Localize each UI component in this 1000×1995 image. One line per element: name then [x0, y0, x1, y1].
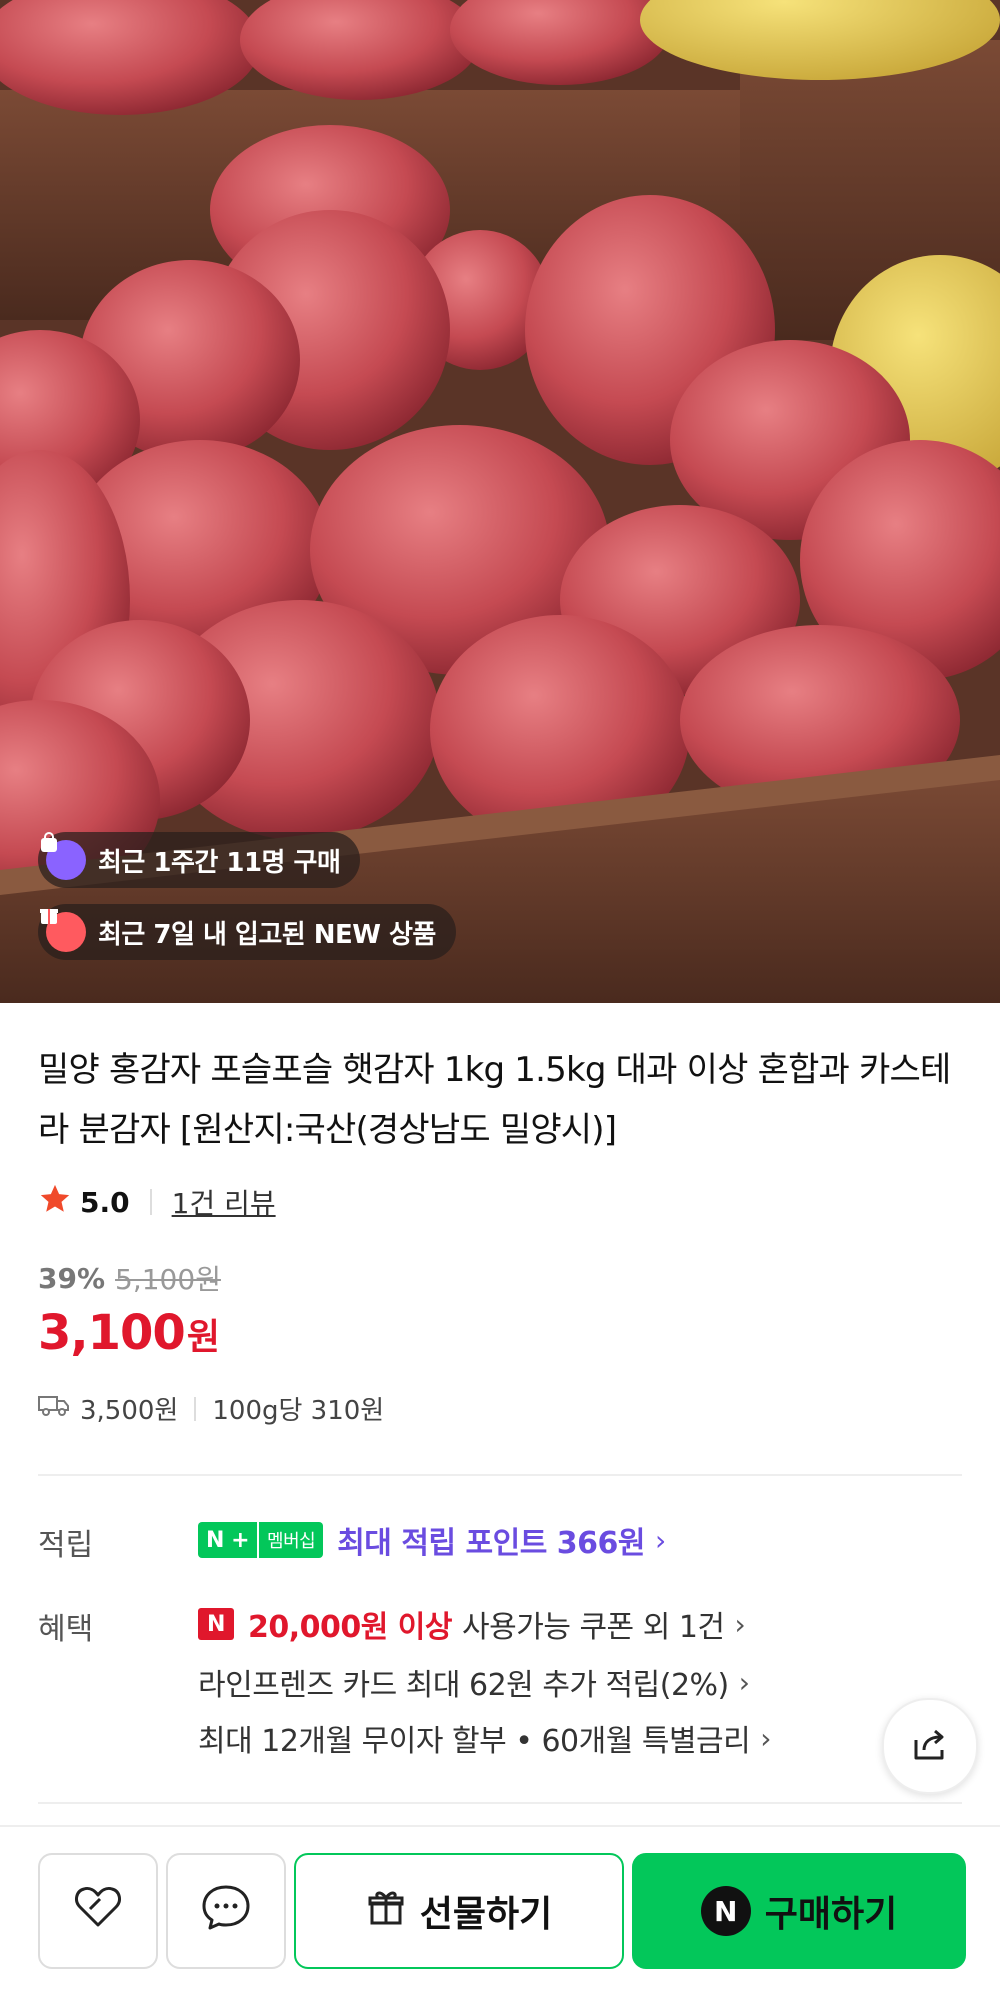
chat-inquiry-button[interactable]	[166, 1853, 286, 1969]
bottom-action-bar: 선물하기 N 구매하기	[0, 1825, 1000, 1995]
heart-icon	[70, 1879, 126, 1944]
recent-purchases-text: 최근 1주간 11명 구매	[98, 847, 341, 878]
buy-button-label: 구매하기	[764, 1894, 898, 1935]
membership-badge-text: 멤버십	[257, 1522, 324, 1558]
chat-bubble-icon	[198, 1879, 254, 1944]
coupon-text: 사용가능 쿠폰 외 1건	[462, 1610, 725, 1645]
gift-button[interactable]: 선물하기	[294, 1853, 624, 1969]
card-benefit-text: 라인프렌즈 카드 최대 62원 추가 적립(2%)	[198, 1668, 729, 1703]
buy-button[interactable]: N 구매하기	[632, 1853, 966, 1969]
coupon-min-amount: 20,000원 이상	[248, 1610, 453, 1645]
product-title: 밀양 홍감자 포슬포슬 햇감자 1kg 1.5kg 대과 이상 혼합과 카스테라…	[38, 1050, 951, 1150]
review-count-link[interactable]: 1건 리뷰	[172, 1182, 276, 1222]
max-points-text: 최대 적립 포인트 366원	[337, 1526, 645, 1561]
naver-plus-badge-text: N +	[198, 1522, 258, 1558]
star-icon	[38, 1182, 72, 1223]
new-arrival-text: 최근 7일 내 입고된 NEW 상품	[98, 919, 436, 950]
shopping-bag-icon	[41, 832, 86, 880]
rating-divider	[149, 1189, 152, 1215]
rating-score: 5.0	[80, 1185, 130, 1219]
section-divider	[38, 1802, 962, 1804]
installment-row[interactable]: 최대 12개월 무이자 할부 • 60개월 특별금리 ›	[198, 1716, 771, 1760]
points-label: 적립	[38, 1528, 94, 1563]
section-divider	[38, 1474, 962, 1476]
share-icon	[908, 1722, 952, 1770]
recent-purchases-badge: 최근 1주간 11명 구매	[38, 832, 361, 888]
sale-price-value: 3,100	[38, 1305, 186, 1361]
discount-rate: 39%	[38, 1261, 106, 1295]
naver-plus-membership-badge: N + 멤버십	[198, 1522, 324, 1558]
sale-price: 3,100 원	[38, 1305, 220, 1361]
gift-box-icon	[40, 909, 86, 952]
installment-text: 최대 12개월 무이자 할부 • 60개월 특별금리	[198, 1724, 751, 1759]
discount-row: 39% 5,100원	[38, 1258, 221, 1298]
chevron-right-icon: ›	[738, 1665, 750, 1699]
new-arrival-badge: 최근 7일 내 입고된 NEW 상품	[38, 904, 456, 960]
chevron-right-icon: ›	[760, 1721, 771, 1755]
sale-price-unit: 원	[186, 1317, 220, 1358]
benefits-label: 혜택	[38, 1612, 94, 1647]
truck-icon	[38, 1393, 70, 1424]
gift-icon	[366, 1887, 406, 1936]
shipping-fee: 3,500원	[80, 1396, 179, 1426]
chevron-right-icon: ›	[654, 1523, 666, 1557]
unit-price: 100g당 310원	[212, 1396, 385, 1426]
gift-button-label: 선물하기	[419, 1894, 553, 1935]
card-benefit-row[interactable]: 라인프렌즈 카드 최대 62원 추가 적립(2%) ›	[198, 1660, 750, 1704]
wishlist-button[interactable]	[38, 1853, 158, 1969]
rating-row: 5.0 1건 리뷰	[38, 1180, 276, 1224]
naver-coupon-icon: N	[198, 1608, 234, 1640]
product-image[interactable]: 최근 1주간 11명 구매 최근 7일 내 입고된 NEW 상품	[0, 0, 1000, 1003]
shipping-divider	[194, 1396, 197, 1421]
points-row[interactable]: N + 멤버십 최대 적립 포인트 366원 ›	[198, 1518, 666, 1562]
shipping-row: 3,500원 100g당 310원	[38, 1390, 384, 1427]
original-price: 5,100원	[115, 1263, 221, 1296]
share-button[interactable]	[882, 1698, 978, 1794]
coupon-row[interactable]: N 20,000원 이상 사용가능 쿠폰 외 1건 ›	[198, 1602, 746, 1646]
chevron-right-icon: ›	[734, 1607, 746, 1641]
naver-pay-icon: N	[700, 1886, 751, 1936]
